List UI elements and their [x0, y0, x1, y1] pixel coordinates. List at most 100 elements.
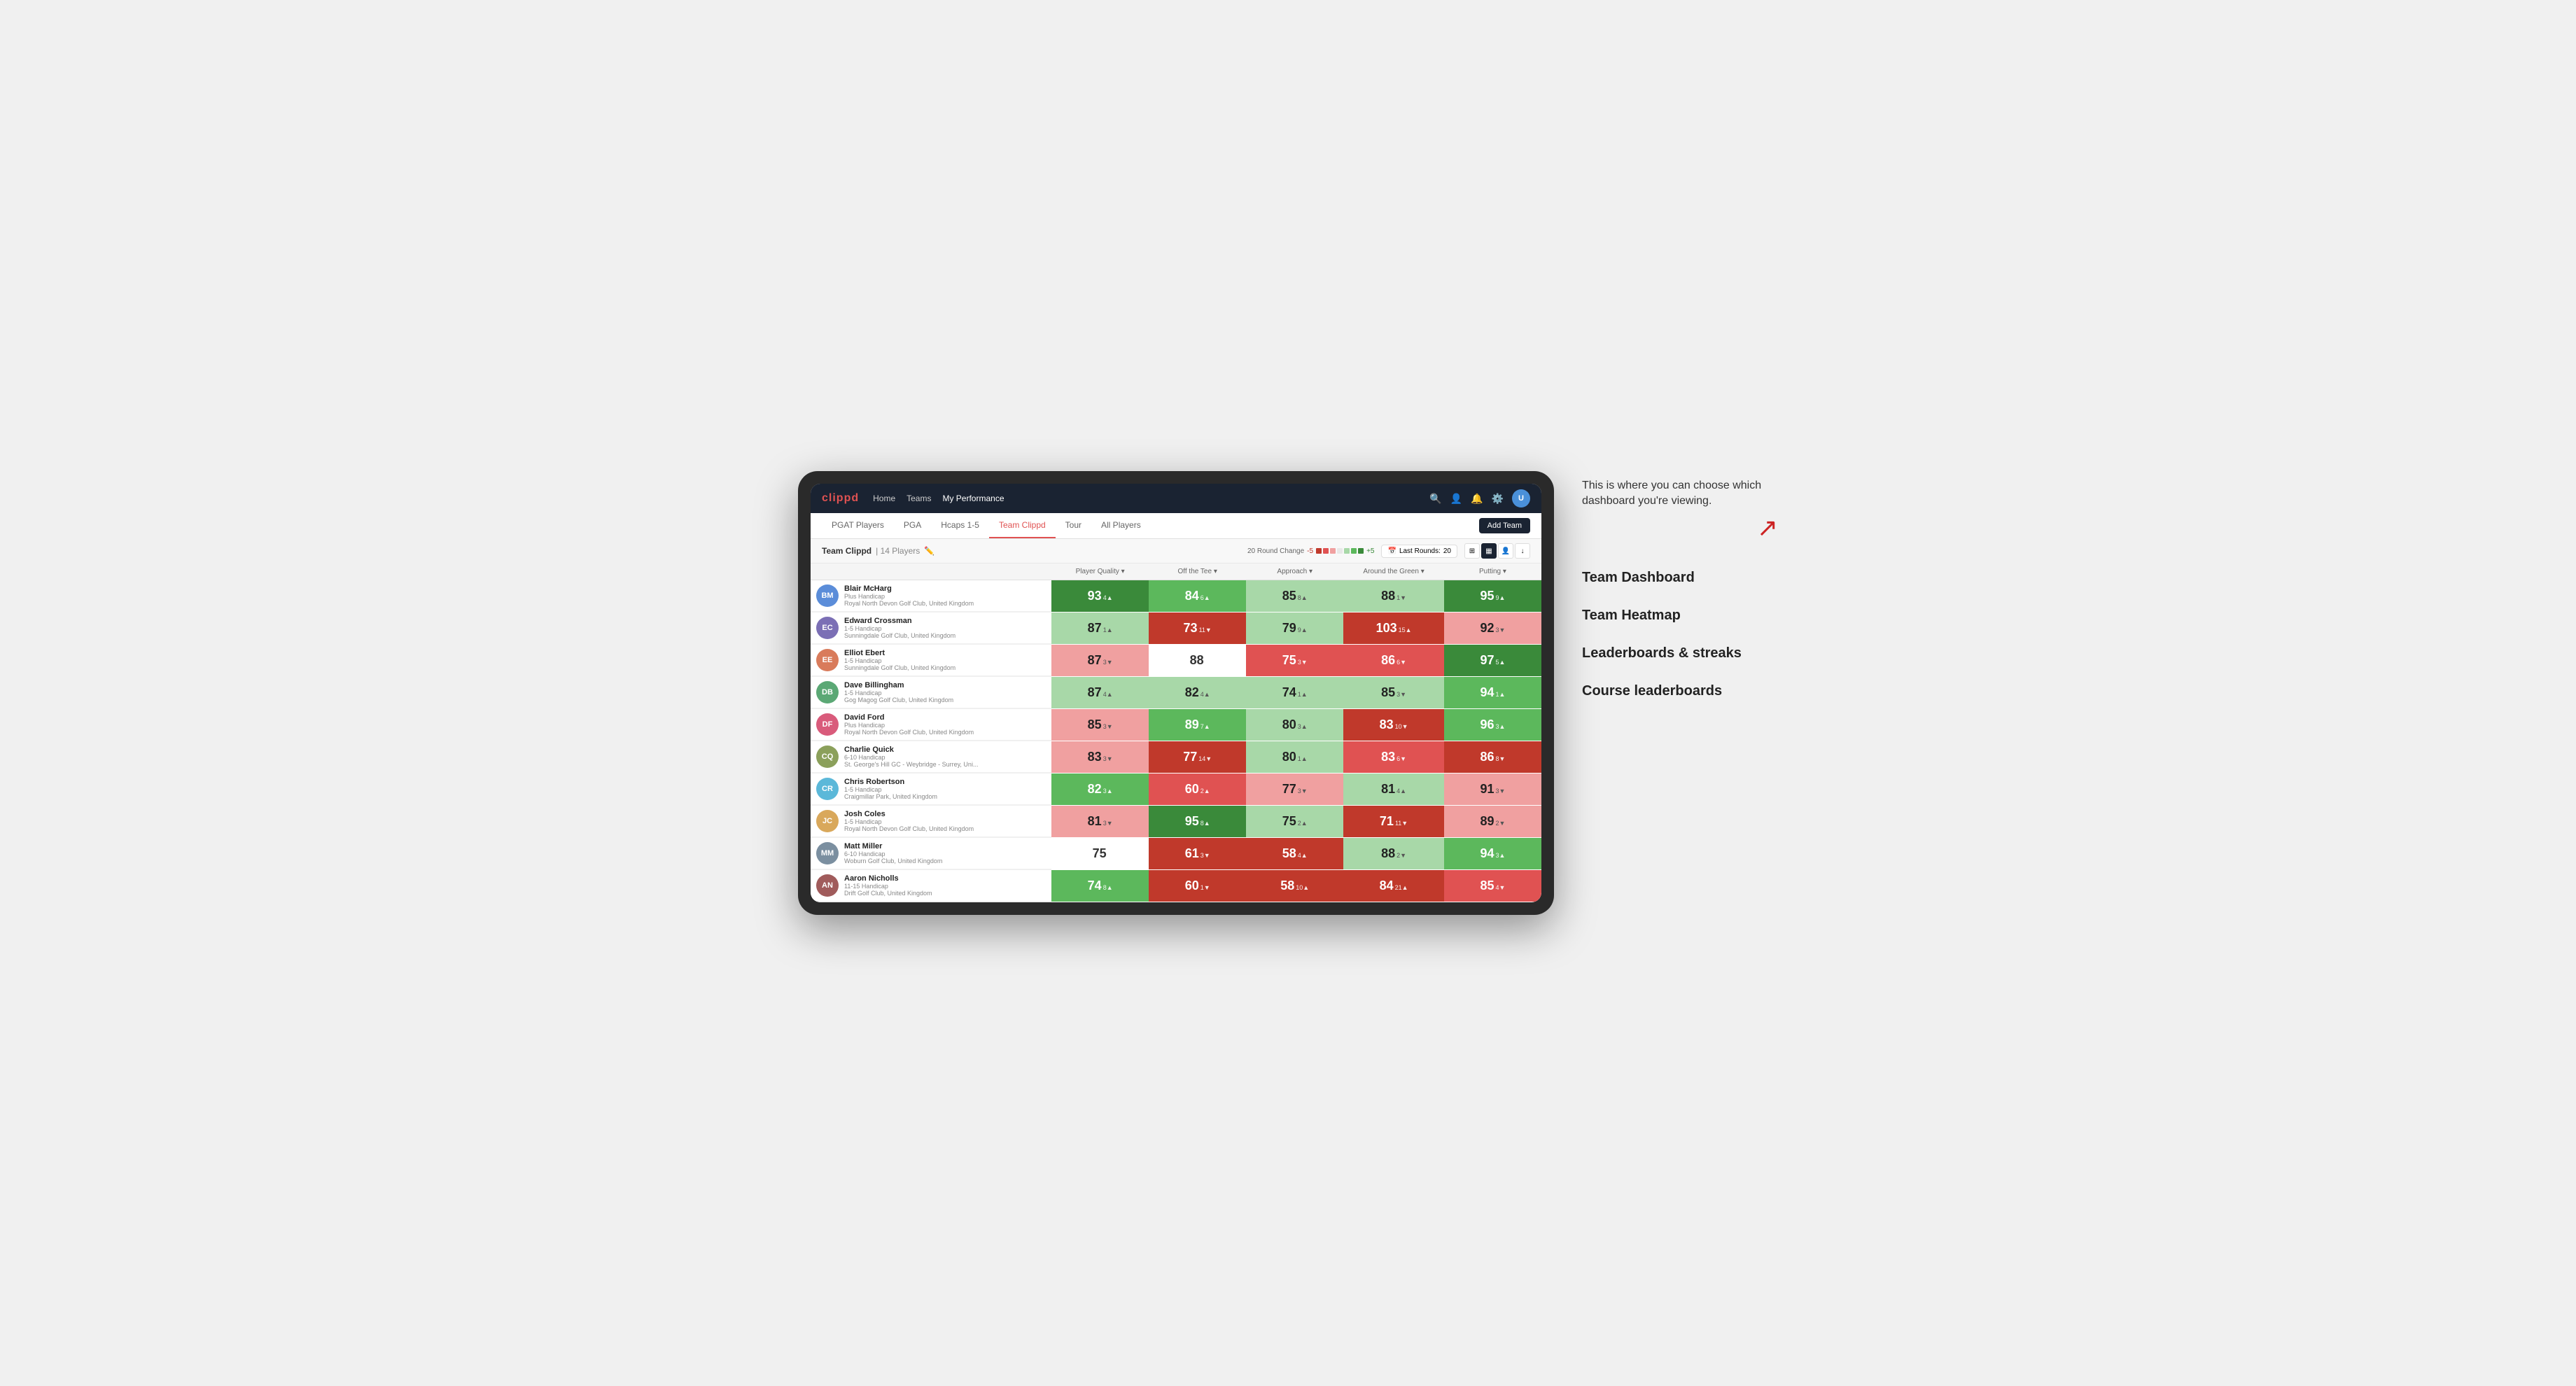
table-row[interactable]: JCJosh Coles1-5 HandicapRoyal North Devo…	[811, 806, 1541, 838]
score-change: 4▼	[1496, 884, 1506, 891]
avatar[interactable]: U	[1512, 489, 1530, 507]
score-change: 2▼	[1496, 820, 1506, 827]
dashboard-options: Team Dashboard Team Heatmap Leaderboards…	[1582, 568, 1778, 700]
bell-icon[interactable]: 🔔	[1471, 493, 1483, 505]
score-value: 87	[1088, 653, 1102, 667]
player-name[interactable]: Dave Billingham	[844, 681, 1046, 690]
score-value: 85	[1381, 685, 1395, 699]
table-row[interactable]: MMMatt Miller6-10 HandicapWoburn Golf Cl…	[811, 838, 1541, 870]
player-info: Josh Coles1-5 HandicapRoyal North Devon …	[844, 810, 1046, 832]
tab-hcaps[interactable]: Hcaps 1-5	[931, 513, 989, 538]
option-team-heatmap[interactable]: Team Heatmap	[1582, 606, 1778, 624]
tab-pgat-players[interactable]: PGAT Players	[822, 513, 894, 538]
option-course-leaderboards[interactable]: Course leaderboards	[1582, 682, 1778, 700]
score-value: 88	[1381, 589, 1395, 603]
nav-home[interactable]: Home	[873, 491, 895, 506]
player-handicap: Plus Handicap	[844, 593, 1046, 600]
edit-icon[interactable]: ✏️	[924, 546, 934, 556]
score-cell: 613▼	[1149, 838, 1246, 870]
user-icon[interactable]: 👤	[1450, 493, 1462, 505]
score-cell: 601▼	[1149, 870, 1246, 902]
nav-my-performance[interactable]: My Performance	[942, 491, 1004, 506]
tab-pga[interactable]: PGA	[894, 513, 931, 538]
last-rounds-button[interactable]: 📅 Last Rounds: 20	[1381, 545, 1457, 558]
player-name[interactable]: Chris Robertson	[844, 778, 1046, 786]
player-name[interactable]: Edward Crossman	[844, 617, 1046, 625]
player-count: | 14 Players	[876, 546, 920, 556]
score-change: 3▼	[1298, 659, 1308, 666]
player-name[interactable]: Aaron Nicholls	[844, 874, 1046, 883]
score-value: 61	[1185, 846, 1199, 860]
score-cell: 799▲	[1246, 612, 1343, 645]
option-team-dashboard[interactable]: Team Dashboard	[1582, 568, 1778, 587]
player-name[interactable]: Elliot Ebert	[844, 649, 1046, 657]
score-change: 4▲	[1103, 691, 1113, 698]
score-cell: 853▼	[1051, 709, 1149, 741]
view-heatmap-button[interactable]: ▦	[1481, 543, 1497, 559]
score-cell: 833▼	[1051, 741, 1149, 774]
player-name[interactable]: Charlie Quick	[844, 746, 1046, 754]
score-value: 71	[1380, 814, 1394, 828]
score-cell: 853▼	[1343, 677, 1444, 709]
score-value: 75	[1282, 814, 1296, 828]
col-player-quality[interactable]: Player Quality ▾	[1051, 564, 1149, 580]
annotation-text: This is where you can choose which dashb…	[1582, 478, 1778, 510]
view-person-button[interactable]: 👤	[1498, 543, 1513, 559]
view-grid-button[interactable]: ⊞	[1464, 543, 1480, 559]
annotation-panel: This is where you can choose which dashb…	[1582, 471, 1778, 720]
player-name[interactable]: David Ford	[844, 713, 1046, 722]
score-change: 4▲	[1103, 594, 1113, 601]
player-name[interactable]: Blair McHarg	[844, 584, 1046, 593]
heat-bar	[1316, 548, 1364, 554]
player-name[interactable]: Josh Coles	[844, 810, 1046, 818]
score-value: 75	[1282, 653, 1296, 667]
tab-all-players[interactable]: All Players	[1091, 513, 1151, 538]
score-cell: 882▼	[1343, 838, 1444, 870]
score-change: 3▼	[1496, 626, 1506, 634]
table-row[interactable]: ECEdward Crossman1-5 HandicapSunningdale…	[811, 612, 1541, 645]
score-cell: 868▼	[1444, 741, 1541, 774]
score-change: 3▲	[1496, 852, 1506, 859]
col-putting[interactable]: Putting ▾	[1444, 564, 1541, 580]
tablet-screen: clippd Home Teams My Performance 🔍 👤 🔔 ⚙…	[811, 484, 1541, 902]
view-download-button[interactable]: ↓	[1515, 543, 1530, 559]
score-cell: 88	[1149, 645, 1246, 677]
add-team-button[interactable]: Add Team	[1479, 518, 1530, 533]
score-cell: 75	[1051, 838, 1149, 870]
score-value: 83	[1380, 718, 1394, 732]
settings-icon[interactable]: ⚙️	[1492, 493, 1504, 505]
col-approach[interactable]: Approach ▾	[1246, 564, 1343, 580]
player-handicap: 1-5 Handicap	[844, 818, 1046, 825]
table-row[interactable]: DFDavid FordPlus HandicapRoyal North Dev…	[811, 709, 1541, 741]
tab-team-clippd[interactable]: Team Clippd	[989, 513, 1056, 538]
player-info: Edward Crossman1-5 HandicapSunningdale G…	[844, 617, 1046, 639]
score-cell: 801▲	[1246, 741, 1343, 774]
score-value: 86	[1381, 653, 1395, 667]
player-name[interactable]: Matt Miller	[844, 842, 1046, 850]
table-row[interactable]: BMBlair McHargPlus HandicapRoyal North D…	[811, 580, 1541, 612]
score-value: 87	[1088, 621, 1102, 635]
table-row[interactable]: DBDave Billingham1-5 HandicapGog Magog G…	[811, 677, 1541, 709]
col-around-green[interactable]: Around the Green ▾	[1343, 564, 1444, 580]
nav-links: Home Teams My Performance	[873, 491, 1415, 506]
search-icon[interactable]: 🔍	[1429, 493, 1441, 505]
score-cell: 836▼	[1343, 741, 1444, 774]
score-value: 77	[1282, 782, 1296, 796]
option-leaderboards[interactable]: Leaderboards & streaks	[1582, 644, 1778, 662]
table-row[interactable]: CRChris Robertson1-5 HandicapCraigmillar…	[811, 774, 1541, 806]
tab-tour[interactable]: Tour	[1056, 513, 1091, 538]
table-row[interactable]: ANAaron Nicholls11-15 HandicapDrift Golf…	[811, 870, 1541, 902]
avatar: BM	[816, 584, 839, 607]
table-row[interactable]: CQCharlie Quick6-10 HandicapSt. George's…	[811, 741, 1541, 774]
avatar: CQ	[816, 746, 839, 768]
player-club: Sunningdale Golf Club, United Kingdom	[844, 632, 1046, 639]
change-low: -5	[1307, 547, 1313, 555]
score-value: 97	[1480, 653, 1494, 667]
table-row[interactable]: EEElliot Ebert1-5 HandicapSunningdale Go…	[811, 645, 1541, 677]
nav-teams[interactable]: Teams	[906, 491, 931, 506]
col-off-tee[interactable]: Off the Tee ▾	[1149, 564, 1246, 580]
score-value: 87	[1088, 685, 1102, 699]
score-change: 1▲	[1103, 626, 1113, 634]
score-change: 3▲	[1103, 788, 1113, 794]
score-change: 1▲	[1298, 691, 1308, 698]
